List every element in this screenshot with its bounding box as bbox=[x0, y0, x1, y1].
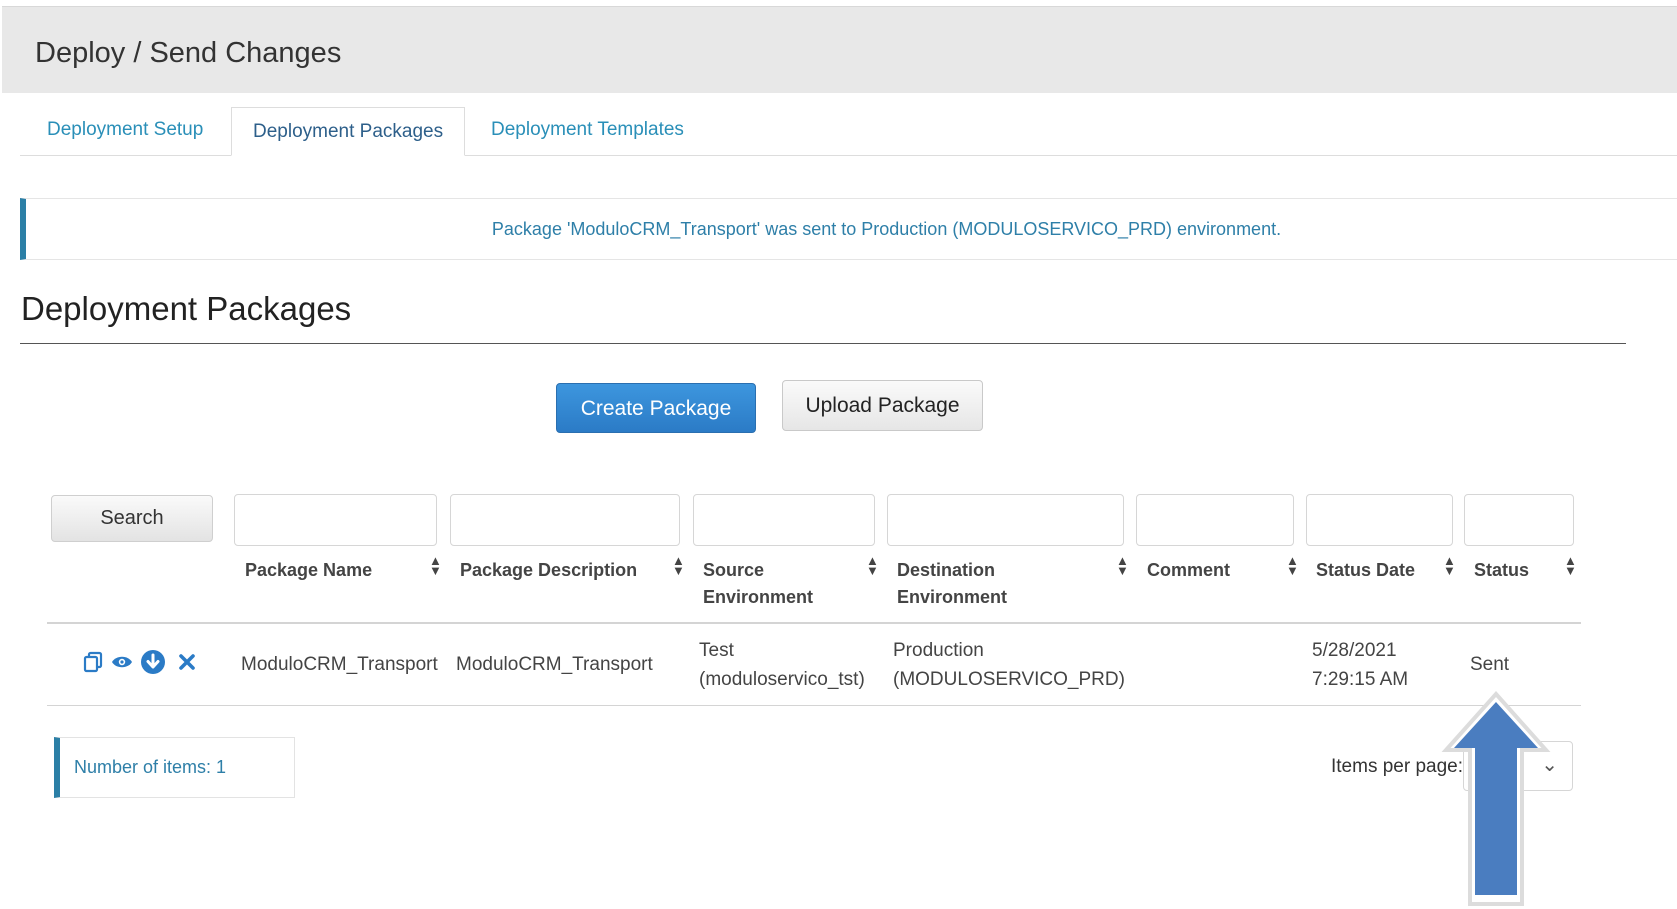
column-header-source-environment[interactable]: Source Environment bbox=[703, 557, 813, 611]
table-row-divider bbox=[47, 705, 1581, 706]
delete-icon[interactable] bbox=[175, 650, 199, 674]
filter-status[interactable] bbox=[1464, 494, 1574, 546]
create-package-button[interactable]: Create Package bbox=[556, 383, 756, 433]
column-header-label: Status bbox=[1474, 560, 1530, 580]
cell-destination-environment: Production (MODULOSERVICO_PRD) bbox=[893, 636, 1125, 694]
filter-package-description[interactable] bbox=[450, 494, 680, 546]
column-header-status[interactable]: Status bbox=[1474, 557, 1529, 584]
filter-package-name[interactable] bbox=[234, 494, 437, 546]
column-header-label: Destination bbox=[897, 560, 996, 580]
cell-status-date: 5/28/2021 7:29:15 AM bbox=[1312, 636, 1408, 694]
copy-icon[interactable] bbox=[82, 650, 106, 674]
alert-message: Package 'ModuloCRM_Transport' was sent t… bbox=[491, 219, 1282, 239]
column-header-comment[interactable]: Comment bbox=[1147, 557, 1230, 584]
upload-package-button[interactable]: Upload Package bbox=[782, 380, 983, 431]
column-header-package-name[interactable]: Package Name bbox=[245, 557, 372, 584]
tab-deployment-templates[interactable]: Deployment Templates bbox=[491, 107, 684, 156]
column-header-label: Package Name bbox=[245, 560, 373, 580]
sort-icon[interactable]: ▲ ▼ bbox=[1564, 554, 1577, 577]
column-header-destination-environment[interactable]: Destination Environment bbox=[897, 557, 1007, 611]
filter-status-date[interactable] bbox=[1306, 494, 1453, 546]
page-title: Deploy / Send Changes bbox=[35, 37, 342, 69]
search-button[interactable]: Search bbox=[51, 495, 213, 542]
cell-line: Test bbox=[699, 640, 734, 661]
section-divider bbox=[20, 343, 1626, 344]
cell-line: 5/28/2021 bbox=[1312, 640, 1397, 661]
column-header-label: Package Description bbox=[460, 560, 638, 580]
item-count-box: Number of items: 1 bbox=[54, 737, 295, 798]
cell-line: 7:29:15 AM bbox=[1312, 669, 1409, 690]
filter-source-environment[interactable] bbox=[693, 494, 875, 546]
cell-package-description: ModuloCRM_Transport bbox=[456, 654, 653, 675]
column-header-label: Status Date bbox=[1316, 560, 1416, 580]
column-header-status-date[interactable]: Status Date bbox=[1316, 557, 1415, 584]
arrow-up-annotation bbox=[1441, 690, 1551, 906]
download-icon[interactable] bbox=[140, 649, 166, 675]
filter-comment[interactable] bbox=[1136, 494, 1294, 546]
column-header-label: Environment bbox=[703, 587, 814, 607]
title-bar: Deploy / Send Changes bbox=[2, 6, 1677, 93]
tab-deployment-packages[interactable]: Deployment Packages bbox=[231, 107, 466, 156]
info-alert: Package 'ModuloCRM_Transport' was sent t… bbox=[20, 198, 1677, 260]
column-header-label: Environment bbox=[897, 587, 1008, 607]
column-header-label: Comment bbox=[1147, 560, 1231, 580]
item-count: Number of items: 1 bbox=[74, 757, 227, 777]
cell-source-environment: Test (moduloservico_tst) bbox=[699, 636, 865, 694]
sort-icon[interactable]: ▲ ▼ bbox=[1443, 554, 1456, 577]
cell-status: Sent bbox=[1470, 654, 1510, 675]
column-header-package-description[interactable]: Package Description bbox=[460, 557, 637, 584]
eye-icon[interactable] bbox=[110, 650, 134, 674]
table-header-divider bbox=[47, 622, 1581, 624]
sort-icon[interactable]: ▲ ▼ bbox=[1116, 554, 1129, 577]
section-title: Deployment Packages bbox=[21, 290, 352, 327]
tab-bar: Deployment Setup Deployment Packages Dep… bbox=[20, 107, 1677, 156]
tab-deployment-setup[interactable]: Deployment Setup bbox=[47, 107, 203, 156]
sort-icon[interactable]: ▲ ▼ bbox=[1286, 554, 1299, 577]
cell-line: (moduloservico_tst) bbox=[699, 669, 865, 690]
cell-line: Production bbox=[893, 640, 984, 661]
cell-line: (MODULOSERVICO_PRD) bbox=[893, 669, 1125, 690]
sort-icon[interactable]: ▲ ▼ bbox=[866, 554, 879, 577]
filter-destination-environment[interactable] bbox=[887, 494, 1124, 546]
cell-package-name: ModuloCRM_Transport bbox=[241, 654, 438, 675]
column-header-label: Source bbox=[703, 560, 765, 580]
sort-icon[interactable]: ▲ ▼ bbox=[672, 554, 685, 577]
sort-icon[interactable]: ▲ ▼ bbox=[429, 554, 442, 577]
